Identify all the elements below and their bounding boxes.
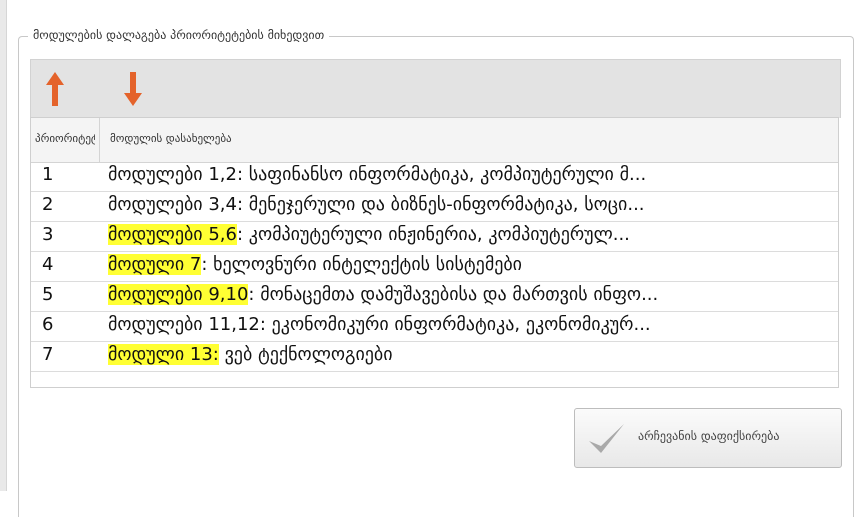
priority-toolbar: [30, 59, 841, 118]
table-row[interactable]: 2 მოდულები 3,4: მენეჯერული და ბიზნეს-ინფ…: [31, 192, 838, 222]
row-module-name: მოდულები 11,12: ეკონომიკური ინფორმატიკა,…: [108, 314, 835, 335]
row-priority: 6: [42, 314, 54, 335]
module-text: : მონაცემთა დამუშავებისა და მართვის ინფო…: [248, 284, 659, 305]
module-text: : ხელოვნური ინტელექტის სისტემები: [201, 254, 522, 275]
row-module-name: მოდულები 3,4: მენეჯერული და ბიზნეს-ინფორ…: [108, 194, 835, 215]
table-row[interactable]: 1 მოდულები 1,2: საფინანსო ინფორმატიკა, კ…: [31, 162, 838, 192]
column-header-priority[interactable]: პრიორიტეტი: [35, 132, 95, 145]
row-priority: 7: [42, 344, 54, 365]
table-row[interactable]: 7 მოდული 13: ვებ ტექნოლოგიები: [31, 342, 838, 372]
module-text: მოდულები 11,12: ეკონომიკური ინფორმატიკა,…: [108, 314, 651, 335]
row-priority: 3: [42, 224, 54, 245]
confirm-selection-button[interactable]: არჩევანის დაფიქსირება: [574, 408, 842, 468]
row-priority: 4: [42, 254, 54, 275]
confirm-button-label: არჩევანის დაფიქსირება: [638, 429, 780, 443]
move-up-button[interactable]: [41, 71, 69, 107]
highlighted-text: მოდული 13:: [108, 344, 219, 365]
table-row[interactable]: 5 მოდულები 9,10: მონაცემთა დამუშავებისა …: [31, 282, 838, 312]
row-module-name: მოდულები 5,6: კომპიუტერული ინჟინერია, კო…: [108, 224, 835, 245]
table-header: პრიორიტეტი მოდულის დასახელება: [31, 118, 838, 163]
window-left-edge: [0, 0, 7, 491]
module-text: მოდულები 1,2: საფინანსო ინფორმატიკა, კომ…: [108, 164, 647, 185]
table-row[interactable]: 4 მოდული 7: ხელოვნური ინტელექტის სისტემე…: [31, 252, 838, 282]
column-header-module-name[interactable]: მოდულის დასახელება: [110, 132, 810, 145]
move-down-button[interactable]: [119, 71, 147, 107]
highlighted-text: მოდულები 9,10: [108, 284, 249, 305]
row-priority: 2: [42, 194, 54, 215]
highlighted-text: მოდული 7: [108, 254, 202, 275]
module-text: ვებ ტექნოლოგიები: [218, 344, 393, 365]
row-priority: 1: [42, 164, 54, 185]
column-divider[interactable]: [99, 118, 100, 162]
table-row[interactable]: 6 მოდულები 11,12: ეკონომიკური ინფორმატიკ…: [31, 312, 838, 342]
groupbox-title: მოდულების დალაგება პრიორიტეტების მიხედვი…: [28, 27, 330, 43]
checkmark-icon: [589, 424, 624, 453]
row-module-name: მოდული 13: ვებ ტექნოლოგიები: [108, 344, 835, 365]
row-module-name: მოდული 7: ხელოვნური ინტელექტის სისტემები: [108, 254, 835, 275]
module-text: : კომპიუტერული ინჟინერია, კომპიუტერულ...: [236, 224, 630, 245]
module-priority-table: პრიორიტეტი მოდულის დასახელება 1 მოდულები…: [30, 117, 839, 388]
arrow-up-icon: [46, 72, 64, 106]
module-text: მოდულები 3,4: მენეჯერული და ბიზნეს-ინფორ…: [108, 194, 645, 215]
row-module-name: მოდულები 1,2: საფინანსო ინფორმატიკა, კომ…: [108, 164, 835, 185]
row-priority: 5: [42, 284, 54, 305]
arrow-down-icon: [124, 72, 142, 106]
row-module-name: მოდულები 9,10: მონაცემთა დამუშავებისა და…: [108, 284, 835, 305]
highlighted-text: მოდულები 5,6: [108, 224, 237, 245]
table-row[interactable]: 3 მოდულები 5,6: კომპიუტერული ინჟინერია, …: [31, 222, 838, 252]
